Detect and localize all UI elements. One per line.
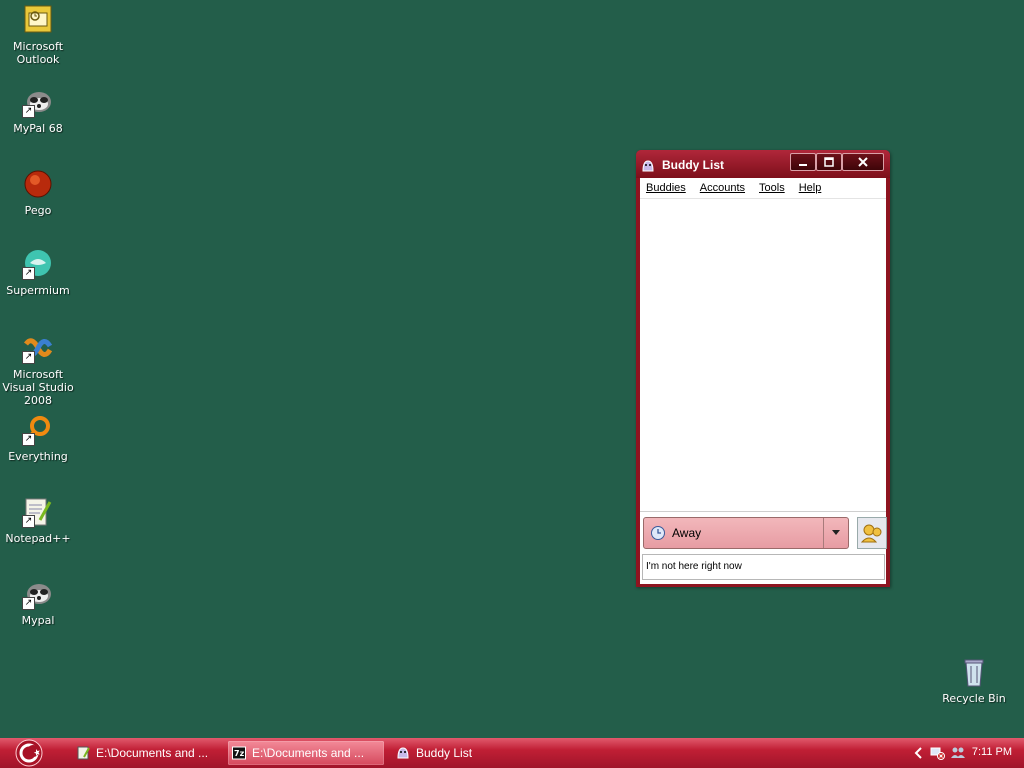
close-button[interactable]	[842, 153, 884, 171]
clock[interactable]: 7:11 PM	[972, 746, 1012, 758]
desktop-icon-visual-studio[interactable]: ↗ Microsoft Visual Studio 2008	[0, 332, 78, 407]
supermium-icon: ↗	[22, 248, 54, 280]
desktop-icon-supermium[interactable]: ↗ Supermium	[0, 248, 78, 297]
shortcut-arrow-icon: ↗	[22, 351, 35, 364]
menu-accounts[interactable]: Accounts	[700, 182, 745, 194]
shortcut-arrow-icon: ↗	[22, 105, 35, 118]
mypal-icon: ↗	[22, 578, 54, 610]
minimize-icon	[799, 164, 807, 166]
buddy-list[interactable]	[640, 199, 886, 511]
desktop-icon-label: Recycle Bin	[942, 692, 1006, 705]
shortcut-arrow-icon: ↗	[22, 433, 35, 446]
system-tray: 7:11 PM	[908, 738, 1024, 768]
taskbar-item-7zip[interactable]: 7z E:\Documents and ...	[228, 741, 384, 765]
visual-studio-icon: ↗	[22, 332, 54, 364]
taskbar-item-label: E:\Documents and ...	[252, 746, 365, 760]
pidgin-icon	[641, 158, 655, 172]
svg-text:7z: 7z	[234, 749, 245, 758]
taskbar-item-label: E:\Documents and ...	[96, 746, 209, 760]
everything-icon: ↗	[22, 414, 54, 446]
desktop-icon-pego[interactable]: Pego	[0, 168, 78, 217]
window-title: Buddy List	[662, 158, 724, 172]
desktop-icon-label: Everything	[8, 450, 68, 463]
minimize-button[interactable]	[790, 153, 816, 171]
desktop-icon-recycle-bin[interactable]: Recycle Bin	[934, 656, 1014, 705]
desktop-icon-everything[interactable]: ↗ Everything	[0, 414, 78, 463]
notepad-icon	[77, 746, 90, 760]
shortcut-arrow-icon: ↗	[22, 267, 35, 280]
pidgin-icon	[397, 747, 409, 759]
users-icon[interactable]	[950, 746, 966, 760]
menu-help[interactable]: Help	[799, 182, 822, 194]
notepadpp-icon: ↗	[22, 496, 54, 528]
shortcut-arrow-icon: ↗	[22, 515, 35, 528]
desktop-icon-notepadpp[interactable]: ↗ Notepad++	[0, 496, 78, 545]
7zip-icon: 7z	[232, 746, 246, 760]
shortcut-arrow-icon: ↗	[22, 597, 35, 610]
tray-expand-chevron-icon[interactable]	[914, 747, 924, 759]
window-titlebar[interactable]: Buddy List	[636, 150, 890, 178]
maximize-button[interactable]	[816, 153, 842, 171]
recycle-bin-icon	[958, 656, 990, 688]
taskbar-item-notepad[interactable]: E:\Documents and ...	[72, 741, 220, 765]
desktop-icon-label: Notepad++	[5, 532, 71, 545]
chevron-down-icon	[832, 530, 840, 535]
status-value: Away	[672, 526, 702, 540]
menu-tools[interactable]: Tools	[759, 182, 785, 194]
maximize-icon	[824, 157, 834, 167]
start-logo-icon	[15, 739, 43, 767]
menu-buddies[interactable]: Buddies	[646, 182, 686, 194]
desktop-icon-label: Supermium	[6, 284, 70, 297]
desktop-icon-label: Mypal	[21, 614, 55, 627]
buddy-avatar-icon	[860, 524, 882, 543]
desktop-icon-label: Microsoft Visual Studio 2008	[2, 368, 74, 407]
buddy-list-window: Buddy List Buddies Accounts Tools Help A…	[636, 150, 890, 587]
away-clock-icon	[651, 526, 665, 540]
desktop-icon-outlook[interactable]: Microsoft Outlook	[0, 4, 78, 66]
window-client-area: Buddies Accounts Tools Help Away I'm not…	[640, 178, 887, 584]
desktop-icon-label: Microsoft Outlook	[12, 40, 64, 66]
status-dropdown-button[interactable]	[823, 518, 848, 548]
taskbar-item-buddy-list[interactable]: Buddy List	[392, 741, 542, 765]
status-selector[interactable]: Away	[643, 517, 849, 549]
desktop-icon-label: Pego	[24, 204, 52, 217]
pego-icon	[22, 168, 54, 200]
outlook-icon	[22, 4, 54, 36]
desktop-icon-label: MyPal 68	[13, 122, 63, 135]
desktop: Microsoft Outlook ↗ MyPal 68 Pego ↗ Supe…	[0, 0, 1024, 738]
status-panel: Away I'm not here right now	[640, 511, 887, 584]
menu-bar: Buddies Accounts Tools Help	[640, 178, 886, 199]
taskbar-item-label: Buddy List	[416, 746, 473, 760]
desktop-icon-mypal[interactable]: ↗ Mypal	[0, 578, 78, 627]
close-icon	[858, 157, 868, 167]
taskbar: E:\Documents and ... 7z E:\Documents and…	[0, 738, 1024, 768]
buddy-icon-button[interactable]	[857, 517, 887, 549]
desktop-icon-mypal-68[interactable]: ↗ MyPal 68	[0, 86, 78, 135]
status-message-field[interactable]: I'm not here right now	[642, 554, 885, 580]
mypal-icon: ↗	[22, 86, 54, 118]
network-icon[interactable]	[930, 746, 946, 760]
start-button[interactable]	[10, 739, 48, 767]
